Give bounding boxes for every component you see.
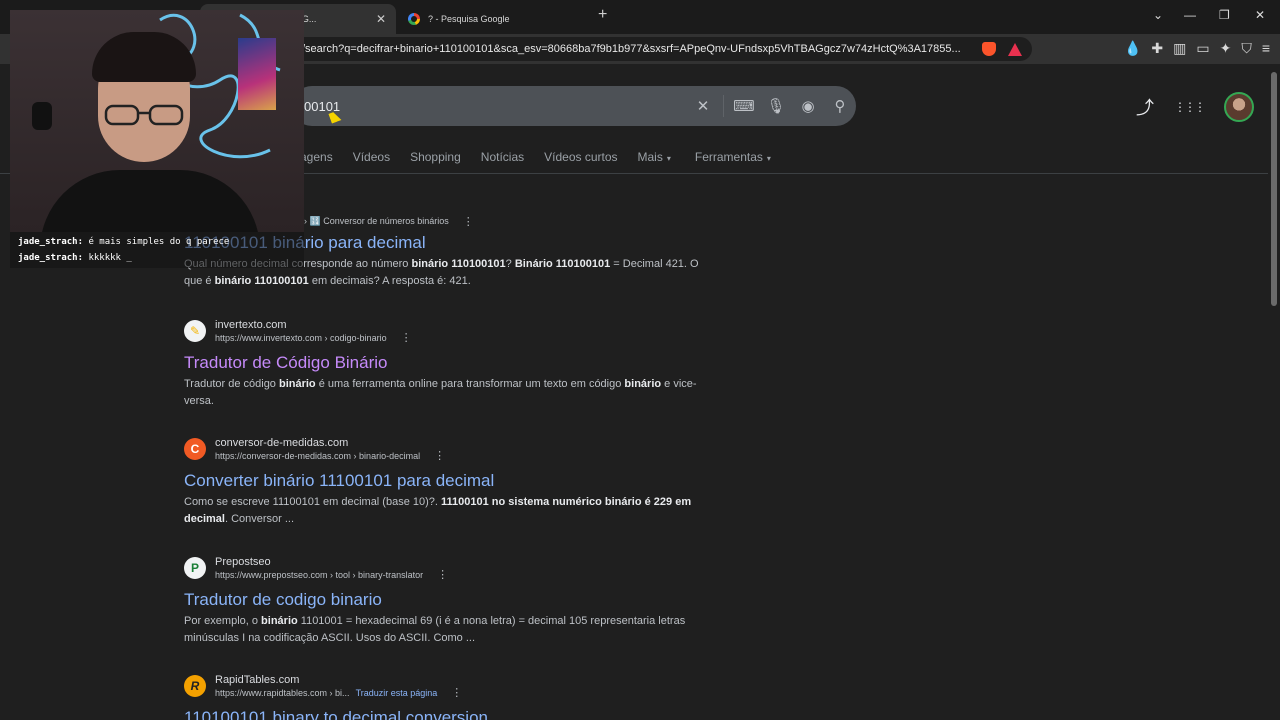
glasses-icon [104, 104, 184, 126]
tab-search-dropdown-icon[interactable]: ⌄ [1153, 8, 1163, 22]
result-site-row: ✎ invertexto.com https://www.invertexto.… [184, 316, 714, 346]
mic-icon[interactable]: 🎙 [760, 97, 792, 115]
search-icon[interactable]: ⚲ [824, 97, 856, 115]
result-site-text: Prepostseo https://www.prepostseo.com › … [215, 555, 423, 582]
tab-title: ? - Pesquisa Google [428, 14, 510, 24]
shield-icon[interactable]: ⛉ [1241, 40, 1252, 57]
chat-text: kkkkkk _ [88, 253, 132, 263]
tab-more[interactable]: Mais ▾ [638, 150, 671, 164]
pencil-icon: ✎ [184, 320, 206, 342]
result-title-link[interactable]: Converter binário 11100101 para decimal [184, 470, 714, 492]
result-item: C conversor-de-medidas.com https://conve… [184, 434, 714, 528]
result-site-url: https://www.rapidtables.com › bi... Tradu… [215, 687, 437, 700]
tab-inactive-search[interactable]: ? - Pesquisa Google [398, 4, 588, 34]
converter-logo-icon: C [184, 438, 206, 460]
headphones-icon [32, 102, 52, 130]
more-options-icon[interactable]: ⋮ [463, 215, 474, 228]
result-site-text: RapidTables.com https://www.rapidtables.… [215, 673, 437, 700]
brave-shields-icon[interactable] [982, 42, 996, 56]
result-site-row: C conversor-de-medidas.com https://conve… [184, 434, 714, 464]
sparkle-icon[interactable]: ✦ [1220, 40, 1232, 57]
search-input[interactable]: 00101 [304, 99, 687, 114]
tab-short-videos[interactable]: Vídeos curtos [544, 150, 617, 164]
lens-icon[interactable]: ◉ [792, 97, 824, 115]
menu-icon[interactable]: ≡ [1262, 40, 1270, 57]
chat-username: jade_strach: [18, 237, 84, 247]
chat-message: jade_strach: kkkkkk _ [18, 250, 229, 266]
result-site-name: invertexto.com [215, 318, 287, 331]
search-divider [723, 95, 724, 117]
more-options-icon[interactable]: ⋮ [434, 449, 445, 462]
result-snippet: Por exemplo, o binário 1101001 = hexadec… [184, 615, 686, 644]
avatar[interactable] [1224, 92, 1254, 122]
wall-poster [238, 38, 276, 110]
keyboard-icon[interactable]: ⌨ [728, 97, 760, 115]
result-breadcrumb: › 🔢 Conversor de números binários [304, 215, 449, 226]
page-scrollbar[interactable] [1270, 68, 1278, 720]
result-site-name: Prepostseo [215, 555, 271, 568]
result-site-text: invertexto.com https://www.invertexto.co… [215, 318, 387, 345]
wallet-icon[interactable]: ▭ [1196, 40, 1209, 57]
stream-chat: jade_strach: é mais simples do q parece … [18, 234, 229, 266]
apps-grid-icon[interactable]: ⋮⋮⋮ [1174, 100, 1206, 114]
scrollbar-thumb[interactable] [1271, 72, 1277, 306]
result-site-name: RapidTables.com [215, 673, 300, 686]
sidebar-icon[interactable]: ▥ [1173, 40, 1186, 57]
tab-tools[interactable]: Ferramentas ▾ [695, 150, 771, 164]
result-site-text: conversor-de-medidas.com https://convers… [215, 436, 420, 463]
result-item: P Prepostseo https://www.prepostseo.com … [184, 553, 714, 647]
search-box[interactable]: 00101 ✕ ⌨ 🎙 ◉ ⚲ [292, 86, 856, 126]
chat-message: jade_strach: é mais simples do q parece [18, 234, 229, 250]
address-bar[interactable]: /search?q=decifrar+binario+110100101&sca… [292, 37, 1032, 61]
close-window-button[interactable]: ✕ [1255, 8, 1265, 22]
more-options-icon[interactable]: ⋮ [451, 686, 462, 699]
result-url-text: https://www.rapidtables.com › bi... [215, 687, 350, 698]
result-item: R RapidTables.com https://www.rapidtable… [184, 671, 714, 720]
result-site-row: R RapidTables.com https://www.rapidtable… [184, 671, 714, 701]
tab-tools-label: Ferramentas [694, 150, 763, 164]
result-site-name: conversor-de-medidas.com [215, 436, 349, 449]
search-nav-tabs: agens Vídeos Shopping Notícias Vídeos cu… [300, 150, 771, 164]
result-site-url: https://www.prepostseo.com › tool › bina… [215, 569, 424, 580]
webcam-overlay [10, 10, 304, 232]
tab-shopping[interactable]: Shopping [410, 150, 461, 164]
more-options-icon[interactable]: ⋮ [437, 568, 448, 581]
result-site-url: https://conversor-de-medidas.com › binar… [215, 450, 421, 461]
chevron-down-icon: ▾ [666, 154, 671, 163]
google-favicon-icon [408, 13, 420, 25]
result-snippet: Como se escreve 11100101 em decimal (bas… [184, 496, 692, 525]
more-options-icon[interactable]: ⋮ [401, 331, 412, 344]
tab-more-label: Mais [637, 150, 663, 164]
clear-icon[interactable]: ✕ [687, 97, 719, 115]
result-snippet: Tradutor de código binário é uma ferrame… [184, 378, 697, 407]
extension-icons: 💧 ✚ ▥ ▭ ✦ ⛉ ≡ [1124, 40, 1270, 57]
url-text: /search?q=decifrar+binario+110100101&sca… [302, 43, 961, 55]
tab-videos[interactable]: Vídeos [353, 150, 390, 164]
minimize-button[interactable]: — [1184, 8, 1196, 22]
restore-button[interactable]: ❐ [1219, 8, 1230, 22]
chat-text: é mais simples do q parece [88, 237, 230, 247]
result-title-link[interactable]: Tradutor de codigo binario [184, 589, 714, 611]
result-site-url: https://www.invertexto.com › codigo-bina… [215, 332, 387, 343]
result-title-link[interactable]: 110100101 binary to decimal conversion [184, 707, 714, 720]
brave-rewards-icon[interactable] [1008, 42, 1022, 56]
tab-images[interactable]: agens [300, 150, 333, 164]
result-site-row: P Prepostseo https://www.prepostseo.com … [184, 553, 714, 583]
rapidtables-logo-icon: R [184, 675, 206, 697]
prepostseo-logo-icon: P [184, 557, 206, 579]
result-item: ✎ invertexto.com https://www.invertexto.… [184, 316, 714, 410]
new-tab-button[interactable]: + [598, 6, 607, 24]
result-title-link[interactable]: Tradutor de Código Binário [184, 352, 714, 374]
share-icon[interactable]: ⤴ [1136, 94, 1154, 120]
header-actions: ⤴ ⋮⋮⋮ [1136, 92, 1254, 122]
puzzle-icon[interactable]: ✚ [1151, 40, 1163, 57]
chat-username: jade_strach: [18, 253, 84, 263]
chevron-down-icon: ▾ [766, 154, 771, 163]
drop-icon[interactable]: 💧 [1124, 40, 1141, 57]
tab-news[interactable]: Notícias [481, 150, 524, 164]
translate-page-link[interactable]: Traduzir esta página [356, 688, 438, 698]
tab-close-icon[interactable]: ✕ [376, 12, 386, 26]
